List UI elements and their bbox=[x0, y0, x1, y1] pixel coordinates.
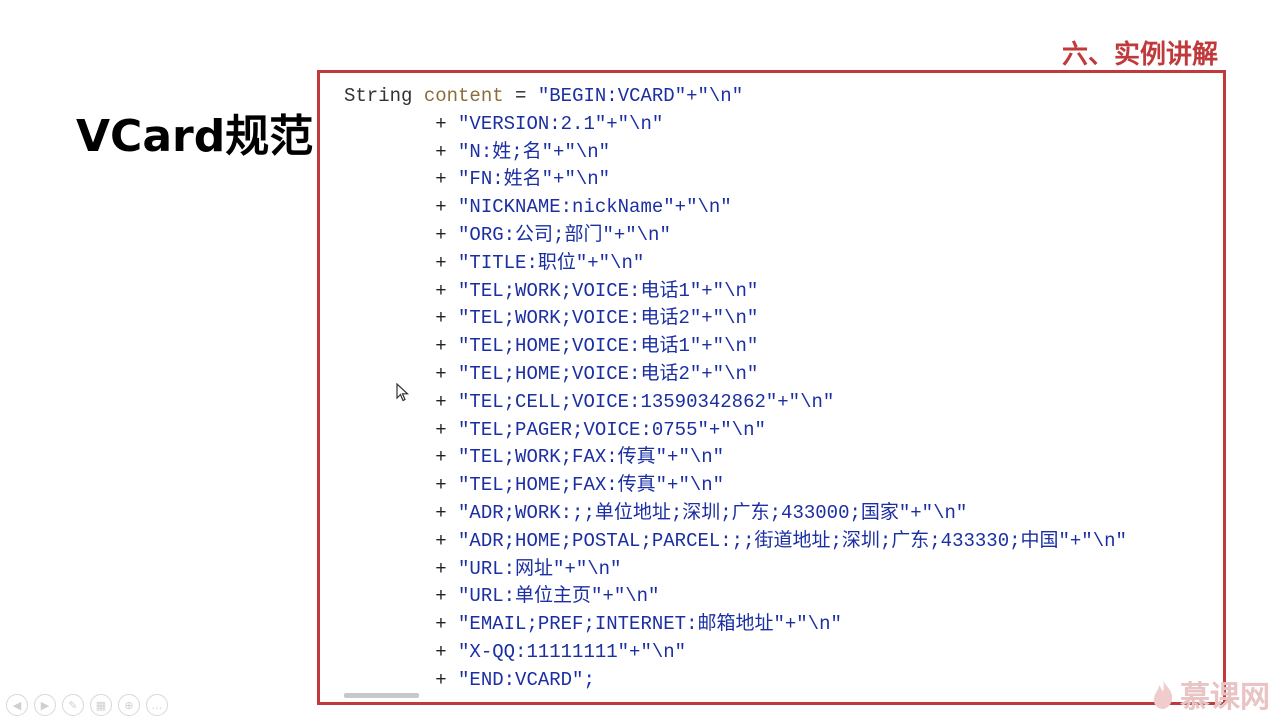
code-line: + "TEL;CELL;VOICE:13590342862"+"\n" bbox=[344, 391, 834, 413]
slide-title: VCard规范 bbox=[76, 111, 314, 162]
horizontal-scrollbar[interactable] bbox=[344, 693, 419, 698]
concat-operator: + bbox=[344, 223, 459, 246]
prev-icon[interactable]: ◀ bbox=[6, 694, 28, 716]
more-icon[interactable]: … bbox=[146, 694, 168, 716]
next-icon[interactable]: ▶ bbox=[34, 694, 56, 716]
code-line: + "EMAIL;PREF;INTERNET:邮箱地址"+"\n" bbox=[344, 613, 842, 635]
player-controls: ◀ ▶ ✎ ▦ ⊕ … bbox=[6, 694, 168, 716]
concat-operator: + bbox=[344, 668, 459, 691]
code-line: + "X-QQ:11111111"+"\n" bbox=[344, 641, 686, 663]
string-literal: "TEL;WORK;FAX:传真"+"\n" bbox=[458, 446, 725, 469]
code-line: + "VERSION:2.1"+"\n" bbox=[344, 113, 663, 135]
concat-operator: + bbox=[344, 446, 459, 469]
string-literal: "URL:网址"+"\n" bbox=[458, 557, 622, 580]
code-line: + "ADR;WORK:;;单位地址;深圳;广东;433000;国家"+"\n" bbox=[344, 502, 967, 524]
concat-operator: + bbox=[344, 196, 459, 219]
code-line: + "TEL;WORK;VOICE:电话1"+"\n" bbox=[344, 280, 758, 302]
slides-icon[interactable]: ▦ bbox=[90, 694, 112, 716]
code-line: + "TITLE:职位"+"\n" bbox=[344, 252, 644, 274]
concat-operator: + bbox=[344, 140, 459, 163]
pen-icon[interactable]: ✎ bbox=[62, 694, 84, 716]
concat-operator: + bbox=[344, 112, 459, 135]
code-line: + "N:姓;名"+"\n" bbox=[344, 141, 610, 163]
assign-operator: = bbox=[503, 85, 538, 107]
code-line: + "TEL;WORK;FAX:传真"+"\n" bbox=[344, 446, 724, 468]
concat-operator: + bbox=[344, 362, 459, 385]
code-line: + "URL:网址"+"\n" bbox=[344, 558, 621, 580]
concat-operator: + bbox=[344, 557, 459, 580]
concat-operator: + bbox=[344, 335, 459, 358]
brand-logo: 慕课网 bbox=[1150, 672, 1270, 716]
code-line: + "TEL;WORK;VOICE:电话2"+"\n" bbox=[344, 307, 758, 329]
code-line: + "TEL;PAGER;VOICE:0755"+"\n" bbox=[344, 419, 766, 441]
code-line: + "TEL;HOME;VOICE:电话1"+"\n" bbox=[344, 335, 758, 357]
string-literal: "TEL;CELL;VOICE:13590342862"+"\n" bbox=[458, 390, 835, 413]
concat-operator: + bbox=[344, 640, 459, 663]
string-literal: "ADR;HOME;POSTAL;PARCEL:;;街道地址;深圳;广东;433… bbox=[458, 529, 1127, 552]
string-literal: "N:姓;名"+"\n" bbox=[458, 140, 611, 163]
code-line: + "URL:单位主页"+"\n" bbox=[344, 585, 659, 607]
string-literal: "TEL;WORK;VOICE:电话1"+"\n" bbox=[458, 279, 759, 302]
string-literal: "TEL;HOME;VOICE:电话1"+"\n" bbox=[458, 335, 759, 358]
code-line: + "END:VCARD"; bbox=[344, 669, 595, 691]
code-line: + "NICKNAME:nickName"+"\n" bbox=[344, 196, 732, 219]
code-line: + "ADR;HOME;POSTAL;PARCEL:;;街道地址;深圳;广东;4… bbox=[344, 530, 1127, 552]
brand-name: 慕课网 bbox=[1180, 680, 1270, 715]
concat-operator: + bbox=[344, 474, 459, 497]
code-line: + "ORG:公司;部门"+"\n" bbox=[344, 224, 671, 246]
string-literal: "TITLE:职位"+"\n" bbox=[458, 251, 645, 274]
string-literal: "X-QQ:11111111"+"\n" bbox=[458, 640, 687, 663]
concat-operator: + bbox=[344, 585, 459, 608]
code-block: String content = "BEGIN:VCARD"+"\n" + "V… bbox=[344, 83, 1127, 695]
string-literal: "TEL;WORK;VOICE:电话2"+"\n" bbox=[458, 307, 759, 330]
code-line: + "FN:姓名"+"\n" bbox=[344, 168, 610, 190]
code-line: + "TEL;HOME;FAX:传真"+"\n" bbox=[344, 474, 724, 496]
string-literal: "VERSION:2.1"+"\n" bbox=[458, 112, 664, 135]
flame-icon bbox=[1153, 680, 1173, 709]
section-title: 六、实例讲解 bbox=[1061, 40, 1218, 70]
concat-operator: + bbox=[344, 529, 459, 552]
code-line: + "TEL;HOME;VOICE:电话2"+"\n" bbox=[344, 363, 758, 385]
string-literal: "ORG:公司;部门"+"\n" bbox=[458, 223, 671, 246]
type-keyword: String bbox=[344, 85, 413, 107]
string-literal: "TEL;HOME;VOICE:电话2"+"\n" bbox=[458, 362, 759, 385]
code-line: String content = "BEGIN:VCARD"+"\n" bbox=[344, 85, 743, 107]
concat-operator: + bbox=[344, 279, 459, 302]
concat-operator: + bbox=[344, 307, 459, 330]
concat-operator: + bbox=[344, 613, 459, 636]
string-literal: "EMAIL;PREF;INTERNET:邮箱地址"+"\n" bbox=[458, 613, 842, 636]
string-literal: "FN:姓名"+"\n" bbox=[458, 168, 611, 191]
string-literal: "END:VCARD"; bbox=[458, 668, 595, 691]
zoom-icon[interactable]: ⊕ bbox=[118, 694, 140, 716]
concat-operator: + bbox=[344, 168, 459, 191]
string-literal: "ADR;WORK:;;单位地址;深圳;广东;433000;国家"+"\n" bbox=[458, 501, 968, 524]
concat-operator: + bbox=[344, 251, 459, 274]
code-panel: String content = "BEGIN:VCARD"+"\n" + "V… bbox=[317, 70, 1226, 705]
variable-name: content bbox=[423, 85, 504, 107]
string-literal: "BEGIN:VCARD"+"\n" bbox=[537, 85, 744, 107]
concat-operator: + bbox=[344, 501, 459, 524]
string-literal: "TEL;PAGER;VOICE:0755"+"\n" bbox=[458, 418, 766, 441]
string-literal: "NICKNAME:nickName"+"\n" bbox=[458, 196, 732, 219]
string-literal: "URL:单位主页"+"\n" bbox=[458, 585, 660, 608]
concat-operator: + bbox=[344, 418, 459, 441]
string-literal: "TEL;HOME;FAX:传真"+"\n" bbox=[458, 474, 725, 497]
